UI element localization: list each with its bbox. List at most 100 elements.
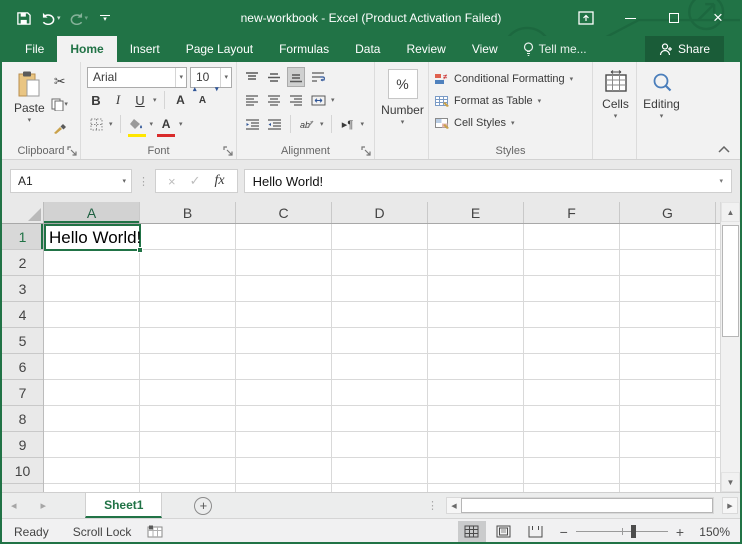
- fill-handle[interactable]: [137, 247, 143, 253]
- name-box-dropdown-icon[interactable]: ▾: [117, 177, 131, 185]
- bottom-align-icon[interactable]: [287, 67, 305, 87]
- copy-icon[interactable]: ▾: [51, 94, 69, 114]
- tab-splitter-handle[interactable]: ⋮: [427, 499, 438, 512]
- text-direction-icon[interactable]: ▸¶: [339, 114, 357, 134]
- minimize-icon[interactable]: [608, 0, 652, 36]
- fill-color-icon[interactable]: [128, 114, 146, 134]
- number-group-button-label[interactable]: Number: [381, 103, 424, 117]
- active-cell-a1[interactable]: Hello World!: [44, 224, 141, 251]
- cell-grid[interactable]: Hello World!: [44, 224, 720, 492]
- next-sheet-icon[interactable]: ▸: [32, 499, 56, 512]
- ribbon-display-options-icon[interactable]: [564, 0, 608, 36]
- column-header-a[interactable]: A: [44, 202, 140, 223]
- row-header-5[interactable]: 5: [2, 328, 43, 354]
- bold-button[interactable]: B: [87, 90, 105, 110]
- row-header-7[interactable]: 7: [2, 380, 43, 406]
- format-as-table-button[interactable]: Format as Table ▾: [435, 90, 588, 112]
- font-color-icon[interactable]: A: [157, 114, 175, 134]
- decrease-font-size-button[interactable]: A▾: [194, 90, 212, 110]
- clipboard-dialog-launcher-icon[interactable]: [67, 146, 77, 156]
- alignment-dialog-launcher-icon[interactable]: [361, 146, 371, 156]
- editing-dropdown-icon[interactable]: ▾: [660, 112, 664, 120]
- macro-record-icon[interactable]: [143, 525, 167, 538]
- maximize-icon[interactable]: [652, 0, 696, 36]
- row-header-6[interactable]: 6: [2, 354, 43, 380]
- customize-quick-access-toolbar-icon[interactable]: ▾: [100, 15, 110, 22]
- enter-icon[interactable]: ✓: [190, 173, 201, 189]
- cut-icon[interactable]: ✂: [51, 71, 69, 91]
- wrap-text-icon[interactable]: [309, 67, 327, 87]
- vertical-scrollbar-thumb[interactable]: [722, 225, 739, 337]
- sheet-tab-sheet1[interactable]: Sheet1: [85, 493, 162, 518]
- increase-indent-icon[interactable]: [265, 114, 283, 134]
- font-size-dropdown-icon[interactable]: ▾: [220, 68, 231, 87]
- increase-font-size-button[interactable]: A▴: [172, 90, 190, 110]
- font-dialog-launcher-icon[interactable]: [223, 146, 233, 156]
- vertical-scrollbar[interactable]: ▲ ▼: [720, 202, 740, 492]
- scroll-right-icon[interactable]: ▶: [722, 497, 738, 514]
- zoom-slider-thumb[interactable]: [631, 525, 636, 538]
- cancel-icon[interactable]: ×: [168, 174, 176, 189]
- decrease-indent-icon[interactable]: [243, 114, 261, 134]
- tell-me-box[interactable]: Tell me...: [511, 36, 599, 62]
- row-header-3[interactable]: 3: [2, 276, 43, 302]
- zoom-slider[interactable]: [576, 531, 668, 532]
- zoom-out-icon[interactable]: −: [560, 524, 568, 540]
- orientation-icon[interactable]: ab: [298, 114, 316, 134]
- column-header-c[interactable]: C: [236, 202, 332, 223]
- format-painter-icon[interactable]: [51, 117, 69, 137]
- fill-color-dropdown-icon[interactable]: ▾: [150, 120, 154, 128]
- tab-home[interactable]: Home: [57, 36, 116, 62]
- page-layout-view-icon[interactable]: [490, 521, 518, 543]
- editing-button[interactable]: Editing ▾: [637, 66, 686, 122]
- borders-dropdown-icon[interactable]: ▾: [109, 120, 113, 128]
- row-header-4[interactable]: 4: [2, 302, 43, 328]
- cells-button[interactable]: Cells ▾: [596, 66, 635, 122]
- center-icon[interactable]: [265, 90, 283, 110]
- tab-file[interactable]: File: [12, 36, 57, 62]
- font-name-combo[interactable]: Arial ▾: [87, 67, 187, 88]
- orientation-dropdown-icon[interactable]: ▾: [320, 120, 324, 128]
- paste-button[interactable]: Paste ▾: [8, 66, 51, 137]
- column-header-f[interactable]: F: [524, 202, 620, 223]
- select-all-button[interactable]: [2, 202, 44, 224]
- column-header-d[interactable]: D: [332, 202, 428, 223]
- undo-dropdown-icon[interactable]: ▾: [57, 14, 61, 22]
- row-header-1[interactable]: 1: [2, 224, 43, 250]
- save-icon[interactable]: [16, 11, 31, 26]
- horizontal-scrollbar[interactable]: ⋮ ◀ ▶: [427, 493, 740, 518]
- page-break-preview-icon[interactable]: [522, 521, 550, 543]
- text-direction-dropdown-icon[interactable]: ▾: [361, 120, 365, 128]
- row-header-10[interactable]: 10: [2, 458, 43, 484]
- tab-page-layout[interactable]: Page Layout: [173, 36, 266, 62]
- conditional-formatting-button[interactable]: ≠ Conditional Formatting ▾: [435, 68, 588, 90]
- expand-formula-bar-icon[interactable]: ▾: [719, 177, 723, 185]
- normal-view-icon[interactable]: [458, 521, 486, 543]
- column-header-e[interactable]: E: [428, 202, 524, 223]
- cells-dropdown-icon[interactable]: ▾: [614, 112, 618, 120]
- italic-button[interactable]: I: [109, 90, 127, 110]
- font-color-dropdown-icon[interactable]: ▾: [179, 120, 183, 128]
- name-box[interactable]: A1 ▾: [10, 169, 132, 193]
- row-header-8[interactable]: 8: [2, 406, 43, 432]
- font-name-dropdown-icon[interactable]: ▾: [175, 68, 186, 87]
- align-right-icon[interactable]: [287, 90, 305, 110]
- tab-review[interactable]: Review: [393, 36, 458, 62]
- top-align-icon[interactable]: [243, 67, 261, 87]
- merge-center-dropdown-icon[interactable]: ▾: [331, 96, 335, 104]
- tab-view[interactable]: View: [459, 36, 511, 62]
- horizontal-scrollbar-thumb[interactable]: [461, 498, 713, 513]
- cell-styles-button[interactable]: Cell Styles ▾: [435, 112, 588, 134]
- scroll-down-icon[interactable]: ▼: [721, 472, 740, 492]
- new-sheet-button[interactable]: +: [194, 497, 212, 515]
- tab-formulas[interactable]: Formulas: [266, 36, 342, 62]
- number-format-button[interactable]: %: [388, 69, 418, 99]
- close-icon[interactable]: ×: [696, 0, 740, 36]
- number-dropdown-icon[interactable]: ▾: [401, 118, 405, 126]
- tab-insert[interactable]: Insert: [117, 36, 173, 62]
- scroll-left-icon[interactable]: ◀: [447, 498, 461, 513]
- zoom-in-icon[interactable]: +: [676, 524, 684, 540]
- collapse-ribbon-icon[interactable]: [718, 146, 730, 153]
- previous-sheet-icon[interactable]: ◂: [2, 499, 26, 512]
- undo-icon[interactable]: ▾: [41, 12, 61, 25]
